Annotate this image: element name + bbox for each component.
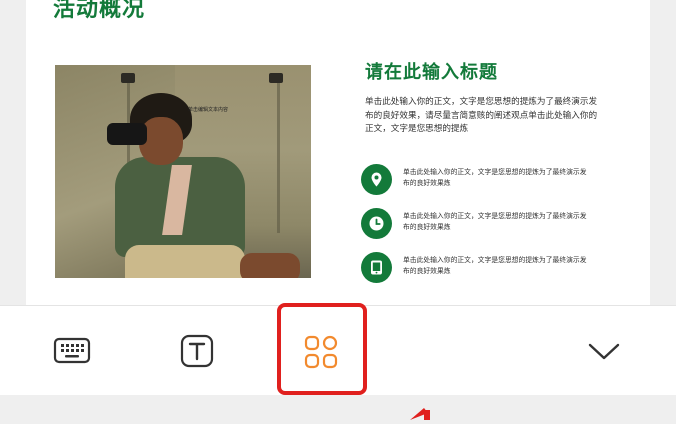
text-format-button[interactable] xyxy=(180,334,214,368)
keyboard-button[interactable] xyxy=(53,336,91,366)
clock-icon xyxy=(361,208,392,239)
annotation-arrow xyxy=(406,405,434,420)
bottom-bar xyxy=(0,395,676,418)
photo-caption[interactable]: 单击编辑文本内容 xyxy=(188,106,228,113)
location-pin-icon xyxy=(361,164,392,195)
annotation-highlight-box xyxy=(277,303,367,395)
feature-text: 单击此处输入你的正文，文字是您思想的提炼为了最终演示发布的良好效果炼 xyxy=(403,168,587,187)
keyboard-icon xyxy=(53,337,91,370)
slide-title[interactable]: 活动概况 xyxy=(53,0,145,24)
feature-item-time[interactable]: 单击此处输入你的正文，文字是您思想的提炼为了最终演示发布的良好效果炼 xyxy=(361,208,591,240)
text-format-icon xyxy=(180,334,214,372)
photo-tent-pole xyxy=(269,73,283,83)
photo-person-shorts xyxy=(125,245,245,278)
photo-tent-pole xyxy=(121,73,135,83)
feature-item-location[interactable]: 单击此处输入你的正文，文字是您思想的提炼为了最终演示发布的良好效果炼 xyxy=(361,164,591,196)
tablet-icon xyxy=(361,252,392,283)
feature-text: 单击此处输入你的正文，文字是您思想的提炼为了最终演示发布的良好效果炼 xyxy=(403,256,587,275)
slide-photo[interactable]: 单击编辑文本内容 xyxy=(55,65,311,278)
photo-tent-seam xyxy=(277,83,280,233)
feature-item-device[interactable]: 单击此处输入你的正文，文字是您思想的提炼为了最终演示发布的良好效果炼 xyxy=(361,252,591,284)
body-paragraph[interactable]: 单击此处输入你的正文，文字是您思想的提炼为了最终演示发布的良好效果，请尽量言简意… xyxy=(365,96,605,137)
photo-binoculars xyxy=(107,123,147,145)
section-heading[interactable]: 请在此输入标题 xyxy=(365,58,498,84)
collapse-button[interactable] xyxy=(587,340,621,362)
slide-canvas[interactable]: 活动概况 单击编辑文本内容 请在此输入标题 单击此处输入你的正文，文字是您思想的… xyxy=(26,0,650,305)
feature-text: 单击此处输入你的正文，文字是您思想的提炼为了最终演示发布的良好效果炼 xyxy=(403,212,587,231)
photo-person-leg xyxy=(240,253,300,278)
chevron-down-icon xyxy=(587,343,621,366)
